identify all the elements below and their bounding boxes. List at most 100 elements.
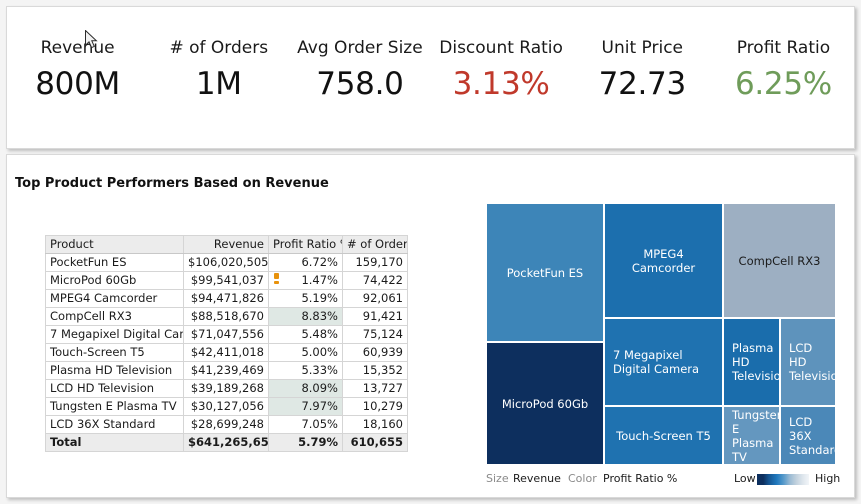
- treemap-tile[interactable]: CompCell RX3: [723, 203, 836, 318]
- treemap-tile-label: MPEG4 Camcorder: [631, 246, 696, 275]
- cell-product: Plasma HD Television: [45, 361, 184, 380]
- cell-profit-ratio: 8.09%: [268, 379, 343, 398]
- kpi-revenue: Revenue 800M: [7, 37, 148, 105]
- cell-product: 7 Megapixel Digital Camera: [45, 325, 184, 344]
- kpi-of-orders: # of Orders 1M: [148, 37, 289, 105]
- legend-low-label: Low: [734, 472, 756, 485]
- cell-product: MicroPod 60Gb: [45, 271, 184, 290]
- treemap-tile-label: Plasma HD Television: [732, 341, 780, 383]
- cell-product: CompCell RX3: [45, 307, 184, 326]
- table-body: PocketFun ES $106,020,505 6.72% 159,170 Micr…: [45, 253, 408, 452]
- kpi-panel: Revenue 800M # of Orders 1M Avg Order Size 75…: [6, 6, 855, 149]
- cell-revenue: $41,239,469: [183, 361, 269, 380]
- legend-color-measure: Profit Ratio %: [603, 472, 678, 485]
- table-row[interactable]: CompCell RX3 $88,518,670 8.83% 91,421: [45, 307, 408, 326]
- kpi-label: Profit Ratio: [736, 38, 831, 58]
- dashboard-viewport: Revenue 800M # of Orders 1M Avg Order Size 75…: [0, 0, 861, 504]
- page-title: Top Product Performers Based on Revenue: [15, 176, 329, 191]
- table-row[interactable]: MicroPod 60Gb $99,541,037 1.47% 74,422: [45, 271, 408, 290]
- table-row[interactable]: Plasma HD Television $41,239,469 5.33% 15,3…: [45, 361, 408, 380]
- cell-revenue: $106,020,505: [183, 253, 269, 272]
- cell-revenue: $88,518,670: [183, 307, 269, 326]
- kpi-value: 6.25%: [734, 66, 832, 102]
- cell-profit-ratio: 6.72%: [268, 253, 343, 272]
- cell-revenue: $42,411,018: [183, 343, 269, 362]
- treemap-tile[interactable]: MicroPod 60Gb: [486, 342, 604, 465]
- treemap-tile-label: 7 Megapixel Digital Camera: [613, 348, 700, 376]
- treemap-tile-label: LCD 36X Standard: [789, 414, 835, 457]
- treemap-tile-label: MicroPod 60Gb: [501, 396, 589, 411]
- table-header: Product Revenue Profit Ratio % # of Orde…: [45, 235, 408, 254]
- treemap-tile[interactable]: Touch-Screen T5: [604, 406, 723, 465]
- treemap-legend: Size Revenue Color Profit Ratio % Low Hi…: [486, 471, 841, 487]
- kpi-value: 72.73: [598, 66, 687, 102]
- cell-orders: 13,727: [342, 379, 408, 398]
- cell-orders: 159,170: [342, 253, 408, 272]
- cell-total-revenue: $641,265,653: [183, 433, 269, 452]
- cell-revenue: $30,127,056: [183, 397, 269, 416]
- cell-orders: 92,061: [342, 289, 408, 308]
- kpi-discount-ratio: Discount Ratio 3.13%: [431, 37, 572, 105]
- cell-profit-ratio: 5.00%: [268, 343, 343, 362]
- treemap-tile[interactable]: Tungsten E Plasma TV: [723, 406, 780, 465]
- cell-orders: 60,939: [342, 343, 408, 362]
- top-products-table-wrapper: Product Revenue Profit Ratio % # of Orde…: [45, 235, 408, 452]
- cell-profit-ratio: 8.83%: [268, 307, 343, 326]
- cell-orders: 10,279: [342, 397, 408, 416]
- cell-profit-ratio: 5.48%: [268, 325, 343, 344]
- cell-orders: 75,124: [342, 325, 408, 344]
- kpi-row: Revenue 800M # of Orders 1M Avg Order Size 75…: [7, 37, 854, 105]
- kpi-label: Revenue: [40, 38, 115, 58]
- kpi-avg-order-size: Avg Order Size 758.0: [289, 37, 430, 105]
- treemap-tile-label: LCD HD Television: [789, 341, 835, 383]
- cell-profit-ratio: 1.47%: [268, 271, 343, 290]
- treemap-tile[interactable]: MPEG4 Camcorder: [604, 203, 723, 318]
- top-products-table: Product Revenue Profit Ratio % # of Orde…: [45, 235, 408, 452]
- table-row[interactable]: Touch-Screen T5 $42,411,018 5.00% 60,939: [45, 343, 408, 362]
- treemap-tile[interactable]: PocketFun ES: [486, 203, 604, 342]
- alert-exclamation-icon: [274, 273, 279, 284]
- treemap-tile[interactable]: 7 Megapixel Digital Camera: [604, 318, 723, 406]
- treemap-tile-label: PocketFun ES: [506, 265, 584, 280]
- cell-product: Touch-Screen T5: [45, 343, 184, 362]
- treemap-tile[interactable]: LCD 36X Standard: [780, 406, 836, 465]
- kpi-label: Unit Price: [601, 38, 684, 58]
- cell-product: PocketFun ES: [45, 253, 184, 272]
- column-header-orders[interactable]: # of Orders: [342, 235, 408, 254]
- revenue-treemap[interactable]: PocketFun ES MicroPod 60Gb MPEG4 Camcorder…: [486, 203, 836, 465]
- table-row[interactable]: LCD HD Television $39,189,268 8.09% 13,727: [45, 379, 408, 398]
- cell-revenue: $71,047,556: [183, 325, 269, 344]
- table-row[interactable]: 7 Megapixel Digital Camera$71,047,5565.4…: [45, 325, 408, 344]
- table-row[interactable]: MPEG4 Camcorder $94,471,826 5.19% 92,061: [45, 289, 408, 308]
- cell-product: MPEG4 Camcorder: [45, 289, 184, 308]
- treemap-tile[interactable]: LCD HD Television: [780, 318, 836, 406]
- column-header-profit-ratio[interactable]: Profit Ratio %: [268, 235, 343, 254]
- cell-orders: 74,422: [342, 271, 408, 290]
- table-total-row: Total $641,265,653 5.79% 610,655: [45, 433, 408, 452]
- kpi-value: 3.13%: [452, 66, 550, 102]
- cell-revenue: $39,189,268: [183, 379, 269, 398]
- cell-product: Tungsten E Plasma TV: [45, 397, 184, 416]
- treemap-tile-label: Tungsten E Plasma TV: [732, 407, 780, 464]
- cell-profit-ratio: 7.05%: [268, 415, 343, 434]
- cell-total-orders: 610,655: [342, 433, 408, 452]
- table-row[interactable]: PocketFun ES $106,020,505 6.72% 159,170: [45, 253, 408, 272]
- main-panel: Top Product Performers Based on Revenue …: [6, 154, 855, 498]
- treemap-tile[interactable]: Plasma HD Television: [723, 318, 780, 406]
- column-header-revenue[interactable]: Revenue: [183, 235, 269, 254]
- table-row[interactable]: Tungsten E Plasma TV $30,127,056 7.97% 10,2…: [45, 397, 408, 416]
- legend-color-label: Color: [568, 472, 597, 485]
- table-header-row: Product Revenue Profit Ratio % # of Orde…: [45, 235, 408, 254]
- kpi-unit-price: Unit Price 72.73: [572, 37, 713, 105]
- kpi-profit-ratio: Profit Ratio 6.25%: [713, 37, 854, 105]
- kpi-label: Discount Ratio: [439, 38, 563, 58]
- legend-high-label: High: [815, 472, 841, 485]
- treemap-tile-label: Touch-Screen T5: [616, 428, 711, 443]
- cell-total-profit-ratio: 5.79%: [268, 433, 343, 452]
- cell-profit-ratio-value: 1.47%: [301, 273, 338, 287]
- cell-profit-ratio: 5.19%: [268, 289, 343, 308]
- column-header-product[interactable]: Product: [45, 235, 184, 254]
- kpi-label: # of Orders: [169, 38, 269, 58]
- table-row[interactable]: LCD 36X Standard $28,699,248 7.05% 18,160: [45, 415, 408, 434]
- kpi-value: 1M: [195, 66, 242, 102]
